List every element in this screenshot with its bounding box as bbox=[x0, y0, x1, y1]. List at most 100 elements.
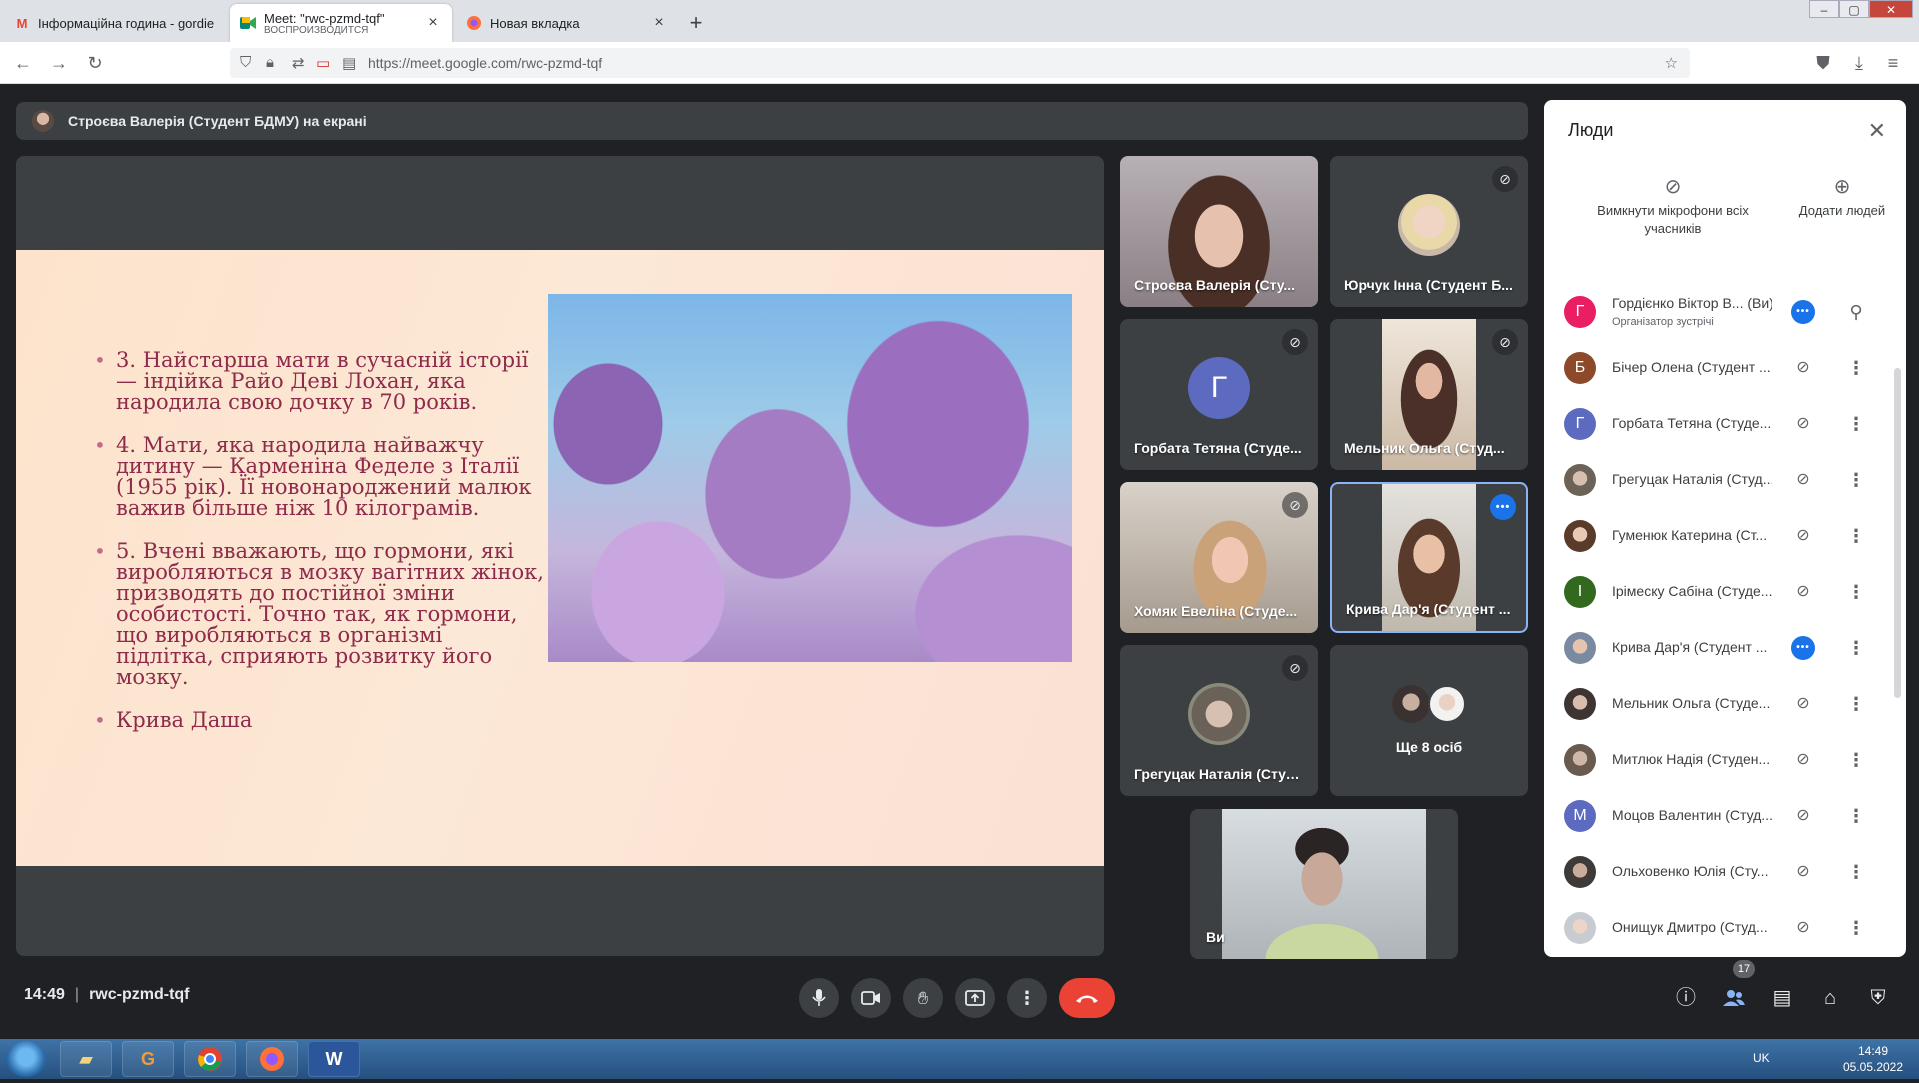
browser-toolbar: ← → ↻ ⛉ 🔒︎ ⇄ ▭ ▤ https://meet.google.com… bbox=[0, 42, 1919, 84]
shield-icon[interactable]: ⛉ bbox=[240, 54, 251, 71]
close-tab-icon[interactable]: × bbox=[424, 14, 442, 32]
list-item[interactable]: Митлюк Надія (Студен... ⊘ ⋮ bbox=[1544, 732, 1906, 788]
avatar bbox=[1188, 683, 1250, 746]
people-icon[interactable] bbox=[1718, 982, 1750, 1014]
people-panel: Люди ✕ ⊘ Вимкнути мікрофони всіх учасник… bbox=[1544, 100, 1906, 957]
more-options-button[interactable]: ⋮ bbox=[1007, 978, 1047, 1018]
chat-icon[interactable]: ▤ bbox=[1766, 982, 1798, 1014]
more-options-icon[interactable]: ⋮ bbox=[1844, 802, 1868, 830]
list-item[interactable]: Гуменюк Катерина (Ст... ⊘ ⋮ bbox=[1544, 508, 1906, 564]
participant-tile[interactable]: ⊘ Грегуцак Наталія (Студ... bbox=[1120, 645, 1318, 796]
raise-hand-button[interactable]: ✋︎ bbox=[903, 978, 943, 1018]
list-item[interactable]: Мельник Ольга (Студе... ⊘ ⋮ bbox=[1544, 676, 1906, 732]
pin-icon[interactable]: ⚲ bbox=[1844, 298, 1868, 326]
mic-off-icon: ⊘ bbox=[1492, 166, 1518, 192]
meeting-details-icon[interactable]: ⓘ bbox=[1670, 982, 1702, 1014]
tray-time: 14:49 bbox=[1857, 1044, 1889, 1058]
meeting-code: rwc-pzmd-tqf bbox=[89, 986, 190, 1003]
list-item[interactable]: Грегуцак Наталія (Студ... ⊘ ⋮ bbox=[1544, 452, 1906, 508]
participant-name: Моцов Валентин (Студ... bbox=[1612, 807, 1772, 823]
list-item[interactable]: М Моцов Валентин (Студ... ⊘ ⋮ bbox=[1544, 788, 1906, 844]
pocket-icon[interactable]: ⛊ bbox=[1810, 50, 1836, 76]
menu-icon[interactable]: ≡ bbox=[1880, 50, 1906, 76]
participant-name: Ірімеску Сабіна (Студе... bbox=[1612, 583, 1772, 599]
list-item[interactable]: Г Гордієнко Віктор В... (Ви) Організатор… bbox=[1544, 284, 1906, 340]
list-item[interactable]: Ольховенко Юлія (Сту... ⊘ ⋮ bbox=[1544, 844, 1906, 900]
new-tab-button[interactable]: + bbox=[684, 10, 708, 36]
list-item[interactable]: Г Горбата Тетяна (Студе... ⊘ ⋮ bbox=[1544, 396, 1906, 452]
more-options-icon[interactable]: ⋮ bbox=[1844, 410, 1868, 438]
word-icon[interactable]: W bbox=[308, 1041, 360, 1077]
maximize-button[interactable]: ▢ bbox=[1839, 0, 1869, 18]
downloads-icon[interactable]: ⤓ bbox=[1846, 50, 1872, 76]
participant-tile[interactable]: ⊘ Юрчук Інна (Студент Б... bbox=[1330, 156, 1528, 307]
lilac-photo bbox=[548, 294, 1072, 662]
participant-tile[interactable]: Строєва Валерія (Сту... bbox=[1120, 156, 1318, 307]
language-indicator[interactable]: UK bbox=[1753, 1051, 1770, 1065]
start-button[interactable] bbox=[6, 1041, 46, 1077]
explorer-icon[interactable]: ▰ bbox=[60, 1041, 112, 1077]
list-item[interactable]: Онищук Дмитро (Студ... ⊘ ⋮ bbox=[1544, 900, 1906, 956]
forward-icon[interactable]: → bbox=[46, 50, 72, 76]
back-icon[interactable]: ← bbox=[10, 50, 36, 76]
list-item[interactable]: І Ірімеску Сабіна (Студе... ⊘ ⋮ bbox=[1544, 564, 1906, 620]
more-options-icon[interactable]: ⋮ bbox=[1844, 634, 1868, 662]
close-icon[interactable]: ✕ bbox=[1868, 118, 1886, 144]
present-screen-button[interactable] bbox=[955, 978, 995, 1018]
more-options-icon[interactable]: ⋮ bbox=[1844, 354, 1868, 382]
tray-date: 05.05.2022 bbox=[1842, 1060, 1904, 1074]
participant-name: Гордієнко Віктор В... (Ви) bbox=[1612, 295, 1772, 311]
mute-all-button[interactable]: ⊘ Вимкнути мікрофони всіх учасників bbox=[1568, 176, 1778, 238]
reload-icon[interactable]: ↻ bbox=[82, 50, 108, 76]
more-participants-tile[interactable]: Ще 8 осіб bbox=[1330, 645, 1528, 796]
minimize-button[interactable]: – bbox=[1809, 0, 1839, 18]
reader-icon[interactable]: ▤ bbox=[342, 54, 356, 72]
leave-call-button[interactable] bbox=[1059, 978, 1115, 1018]
lock-icon[interactable]: 🔒︎ bbox=[266, 54, 274, 71]
tile-name: Крива Дар'я (Студент ... bbox=[1346, 601, 1511, 617]
bookmark-star-icon[interactable]: ☆ bbox=[1665, 54, 1678, 72]
participant-name: Митлюк Надія (Студен... bbox=[1612, 751, 1771, 767]
activities-icon[interactable]: ⌂ bbox=[1814, 982, 1846, 1014]
tab-new[interactable]: Новая вкладка × bbox=[456, 4, 678, 42]
chrome-icon[interactable] bbox=[184, 1041, 236, 1077]
speaking-indicator-icon: ••• bbox=[1791, 636, 1815, 660]
participant-name: Ольховенко Юлія (Сту... bbox=[1612, 863, 1769, 879]
avatar bbox=[1392, 685, 1430, 723]
camera-sharing-icon[interactable]: ▭ bbox=[316, 54, 330, 72]
more-options-icon[interactable]: ⋮ bbox=[1844, 522, 1868, 550]
camera-button[interactable] bbox=[851, 978, 891, 1018]
address-bar[interactable]: ⛉ 🔒︎ ⇄ ▭ ▤ https://meet.google.com/rwc-p… bbox=[230, 48, 1690, 78]
list-item[interactable]: Крива Дар'я (Студент ... ••• ⋮ bbox=[1544, 620, 1906, 676]
more-options-icon[interactable]: ⋮ bbox=[1844, 858, 1868, 886]
tab-meet[interactable]: Meet: "rwc-pzmd-tqf" ВОСПРОИЗВОДИТСЯ × bbox=[230, 4, 452, 42]
microphone-button[interactable] bbox=[799, 978, 839, 1018]
permissions-icon[interactable]: ⇄ bbox=[292, 54, 305, 72]
close-tab-icon[interactable]: × bbox=[650, 14, 668, 32]
close-window-button[interactable]: ✕ bbox=[1869, 0, 1913, 18]
scrollbar-thumb[interactable] bbox=[1894, 368, 1901, 698]
add-people-button[interactable]: ⊕ Додати людей bbox=[1794, 177, 1890, 220]
list-item[interactable]: Б Бічер Олена (Студент ... ⊘ ⋮ bbox=[1544, 340, 1906, 396]
more-options-icon[interactable]: ⋮ bbox=[1844, 578, 1868, 606]
tab-gmail[interactable]: M Інформаційна година - gordie bbox=[4, 4, 230, 42]
mic-off-icon: ⊘ bbox=[1664, 176, 1682, 198]
more-options-icon[interactable]: ⋮ bbox=[1844, 914, 1868, 942]
firefox-taskbar-icon[interactable] bbox=[246, 1041, 298, 1077]
tray-clock[interactable]: 14:49 05.05.2022 bbox=[1838, 1043, 1908, 1075]
more-options-icon[interactable]: ⋮ bbox=[1844, 466, 1868, 494]
host-controls-icon[interactable]: ⛨ bbox=[1862, 982, 1894, 1014]
more-options-icon[interactable]: ⋮ bbox=[1844, 690, 1868, 718]
presentation-stage[interactable]: 3. Найстарша мати в сучасній історії — і… bbox=[16, 156, 1104, 956]
participant-tile[interactable]: ••• Крива Дар'я (Студент ... bbox=[1330, 482, 1528, 633]
participant-tile[interactable]: ⊘ Мельник Ольга (Студ... bbox=[1330, 319, 1528, 470]
people-count-badge: 17 bbox=[1733, 960, 1755, 978]
presenting-banner: Строєва Валерія (Студент БДМУ) на екрані bbox=[16, 102, 1528, 140]
panel-scrollbar[interactable] bbox=[1892, 296, 1902, 946]
more-options-icon[interactable]: ⋮ bbox=[1844, 746, 1868, 774]
participant-tile[interactable]: Г ⊘ Горбата Тетяна (Студе... bbox=[1120, 319, 1318, 470]
pdf-app-icon[interactable]: G bbox=[122, 1041, 174, 1077]
avatar: Г bbox=[1564, 296, 1596, 328]
participant-tile[interactable]: ⊘ Хомяк Евеліна (Студе... bbox=[1120, 482, 1318, 633]
self-view-tile[interactable]: Ви bbox=[1190, 809, 1458, 959]
